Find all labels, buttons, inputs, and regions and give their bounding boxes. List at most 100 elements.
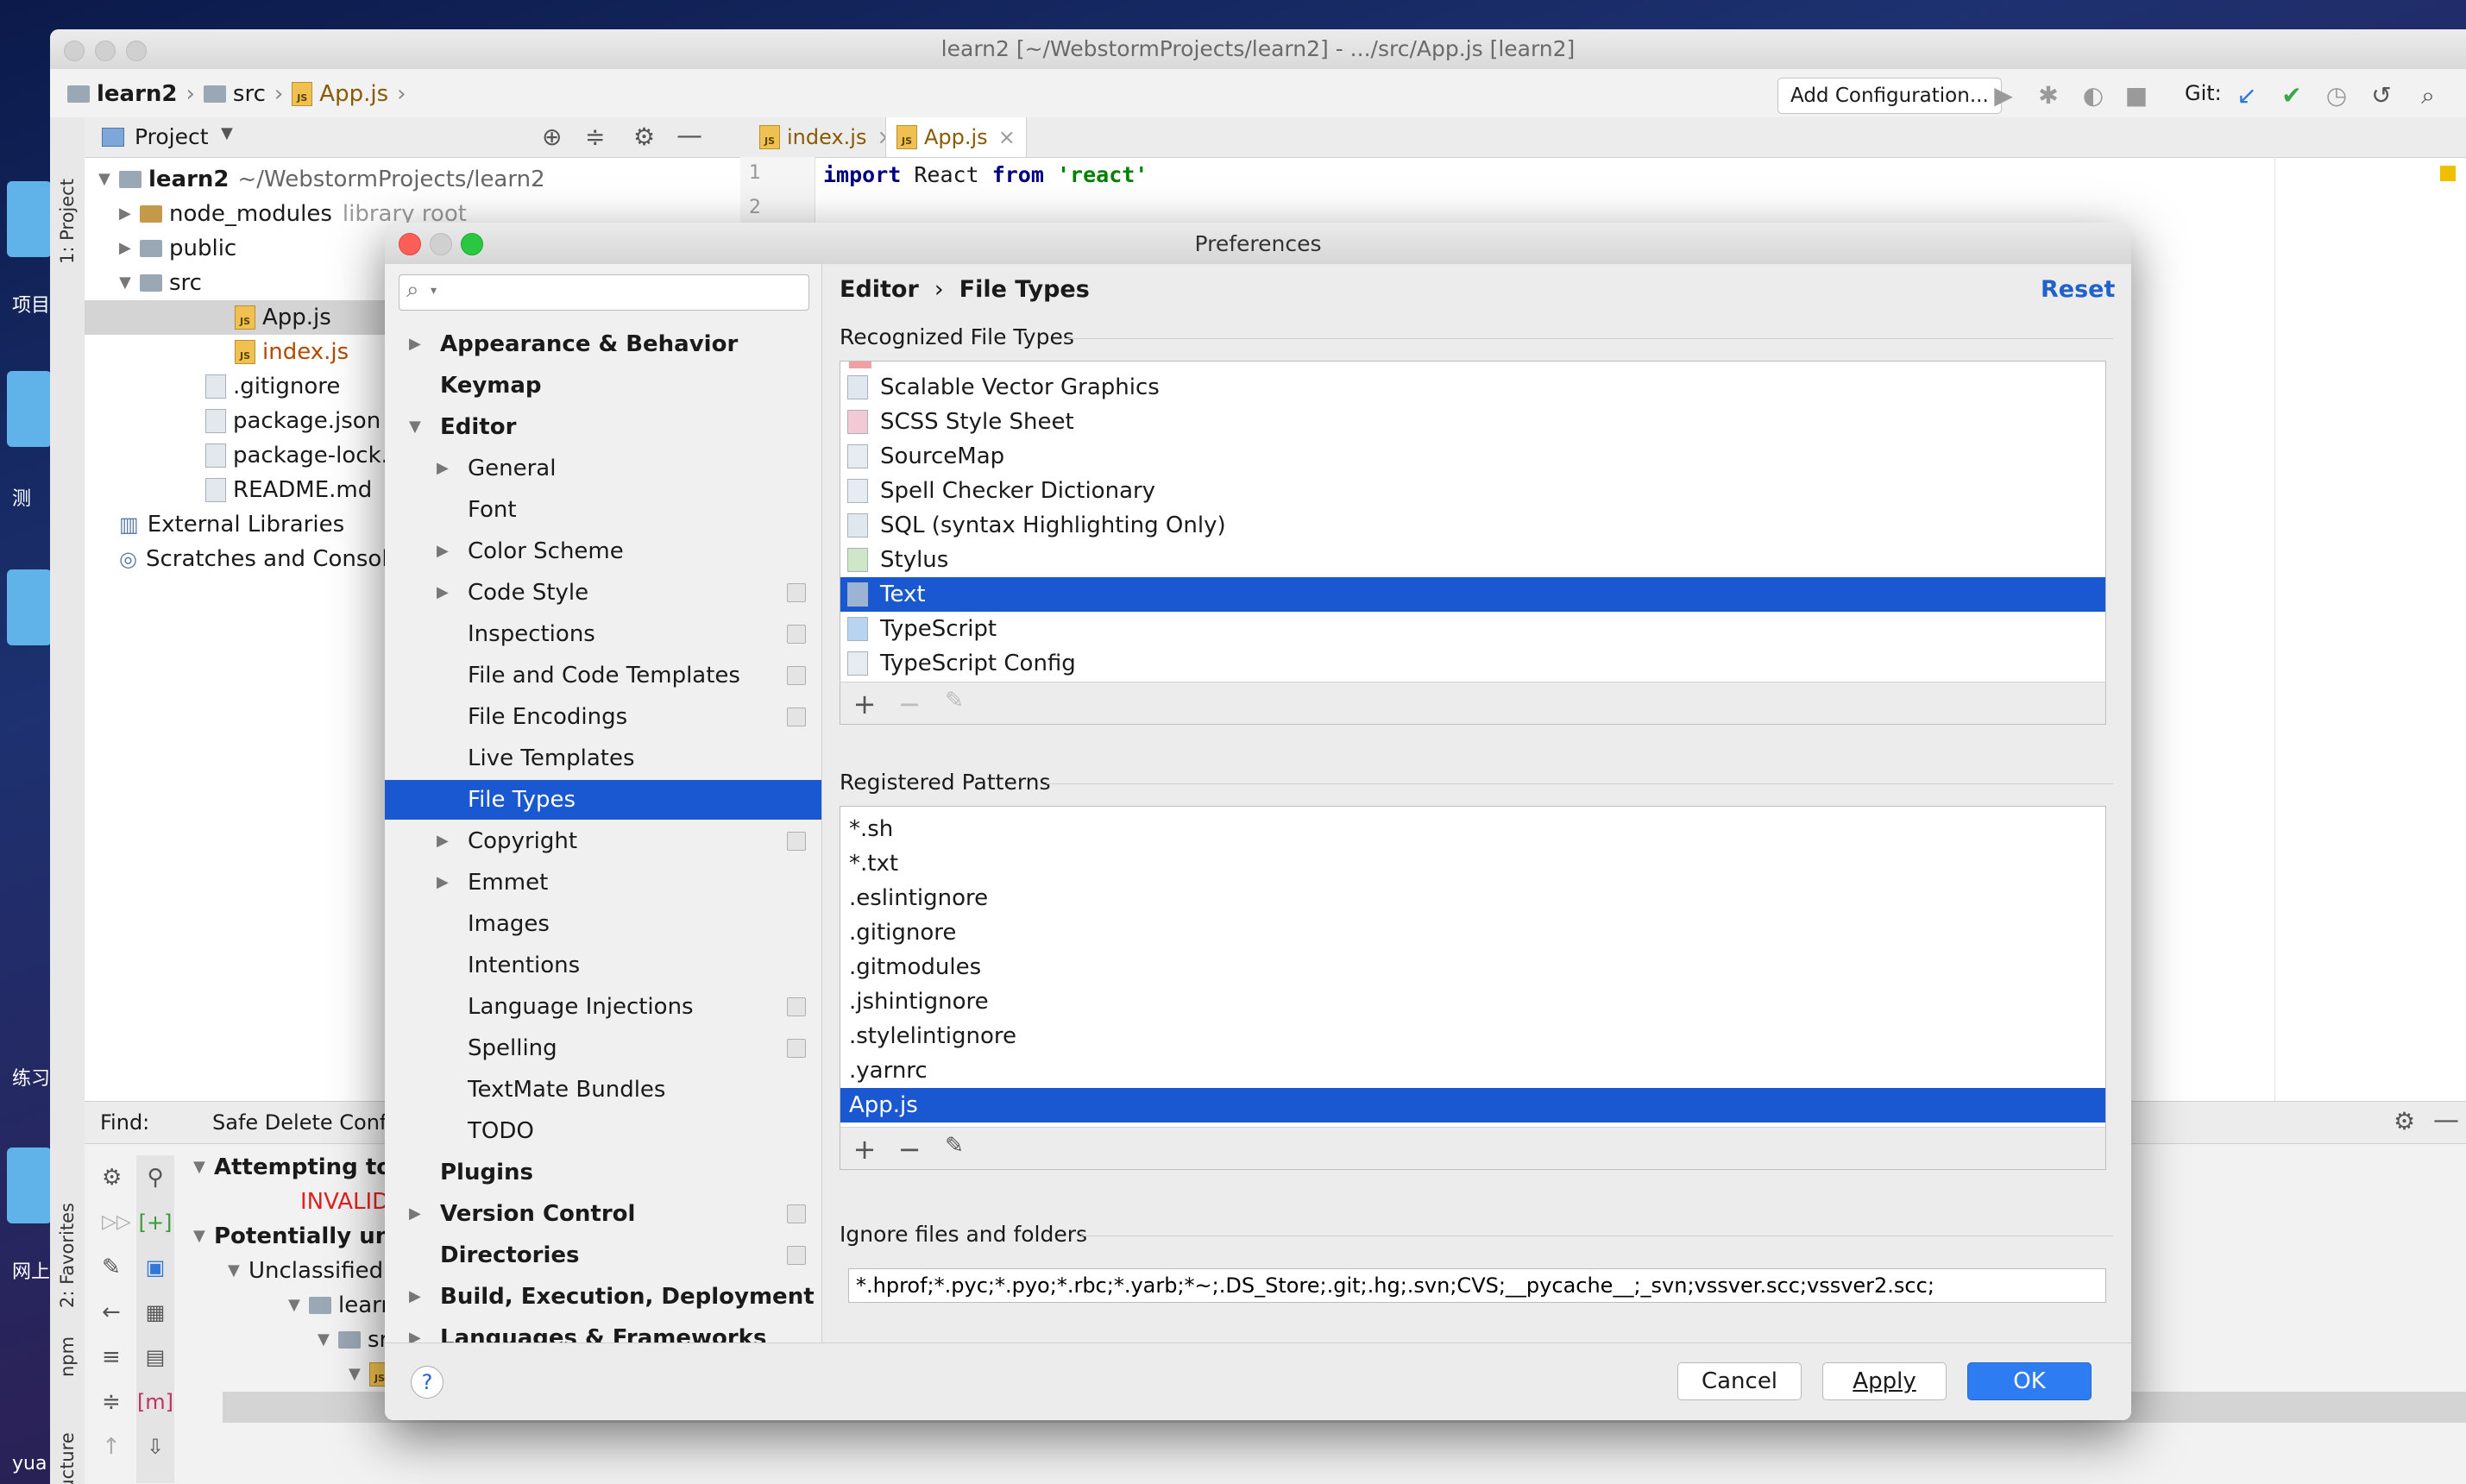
method-icon[interactable]: [m] xyxy=(136,1380,174,1424)
collapse-all-icon[interactable]: ≑ xyxy=(585,123,605,151)
file-types-list[interactable]: Scalable Vector Graphics SCSS Style Sheet… xyxy=(840,361,2106,683)
tree-item-gitignore[interactable]: .gitignore xyxy=(205,369,340,404)
structure-tool-tab[interactable]: Z: Structure xyxy=(57,1412,78,1484)
remove-icon[interactable]: − xyxy=(894,688,925,720)
find-item-attempting[interactable]: ▼ Attempting to d xyxy=(193,1150,416,1185)
nav-item-appearance-behavior[interactable]: ▶ Appearance & Behavior xyxy=(385,324,821,364)
breadcrumb-parent[interactable]: Editor xyxy=(840,276,919,303)
preview-icon[interactable]: ▣ xyxy=(136,1245,174,1290)
file-type-row[interactable]: TypeScript xyxy=(840,612,2105,646)
nav-item-file-types[interactable]: File Types xyxy=(385,780,821,820)
tree-item-scratches[interactable]: ◎ Scratches and Consoles xyxy=(119,542,413,576)
chevron-right-icon[interactable]: ▶ xyxy=(437,449,449,488)
pattern-row[interactable]: .gitmodules xyxy=(840,950,2105,984)
ok-button[interactable]: OK xyxy=(1967,1362,2092,1400)
file-type-row[interactable]: SQL (syntax Highlighting Only) xyxy=(840,508,2105,543)
gear-icon[interactable]: ⚙ xyxy=(633,123,655,151)
help-button[interactable]: ? xyxy=(411,1366,444,1399)
nav-item-build-execution-deployment[interactable]: ▶ Build, Execution, Deployment xyxy=(385,1277,821,1317)
chevron-right-icon[interactable]: ▶ xyxy=(409,1194,421,1234)
code-line[interactable]: import React from 'react' xyxy=(823,162,1148,187)
nav-item-general[interactable]: ▶ General xyxy=(385,449,821,488)
debug-icon[interactable]: ✱ xyxy=(2035,81,2062,110)
add-icon[interactable]: + xyxy=(849,688,880,720)
pattern-row[interactable]: App.js xyxy=(840,1088,2105,1122)
tree-item-index-js[interactable]: JS index.js xyxy=(235,335,349,369)
expand-icon[interactable]: [+] xyxy=(136,1200,174,1245)
file-type-row[interactable]: SCSS Style Sheet xyxy=(840,405,2105,439)
project-tool-tab[interactable]: 1: Project xyxy=(57,135,78,264)
ignore-files-input[interactable] xyxy=(848,1268,2106,1303)
nav-item-spelling[interactable]: Spelling xyxy=(385,1028,821,1068)
chevron-right-icon[interactable]: ▶ xyxy=(437,863,449,902)
nav-item-intentions[interactable]: Intentions xyxy=(385,946,821,985)
tree-item-external-libraries[interactable]: ▥ External Libraries xyxy=(119,507,344,542)
chevron-right-icon[interactable]: ▶ xyxy=(437,573,449,613)
edit-icon[interactable]: ✎ xyxy=(939,1133,970,1159)
nav-item-inspections[interactable]: Inspections xyxy=(385,614,821,654)
close-icon[interactable]: × xyxy=(998,117,1016,157)
nav-item-editor[interactable]: ▼ Editor xyxy=(385,407,821,447)
nav-item-todo[interactable]: TODO xyxy=(385,1111,821,1151)
gear-icon[interactable]: ⚙ xyxy=(2394,1107,2415,1135)
expand-all-icon[interactable]: ≡ xyxy=(102,1335,128,1380)
file-type-row[interactable]: SourceMap xyxy=(840,439,2105,474)
rerun-icon[interactable]: ▷▷ xyxy=(102,1200,131,1245)
breadcrumb-folder[interactable]: src xyxy=(233,81,266,107)
nav-item-directories[interactable]: Directories xyxy=(385,1236,821,1275)
tree-item-public[interactable]: ▶ public xyxy=(119,231,236,266)
nav-item-plugins[interactable]: Plugins xyxy=(385,1153,821,1192)
desktop-folder-icon[interactable] xyxy=(7,1148,52,1223)
git-update-icon[interactable]: ↙ xyxy=(2233,81,2261,110)
nav-item-images[interactable]: Images xyxy=(385,904,821,944)
settings-search-input[interactable] xyxy=(450,277,798,308)
pattern-row[interactable]: .jshintignore xyxy=(840,984,2105,1019)
pattern-row[interactable]: *.txt xyxy=(840,846,2105,881)
find-item-unclassified[interactable]: ▼ Unclassified xyxy=(228,1254,383,1288)
pattern-row[interactable]: .yarnrc xyxy=(840,1053,2105,1088)
pin-icon[interactable]: ✎ xyxy=(102,1245,128,1290)
nav-item-live-templates[interactable]: Live Templates xyxy=(385,739,821,778)
nav-item-file-encodings[interactable]: File Encodings xyxy=(385,697,821,737)
nav-item-language-injections[interactable]: Language Injections xyxy=(385,987,821,1027)
reset-link[interactable]: Reset xyxy=(2041,276,2115,303)
nav-item-keymap[interactable]: Keymap xyxy=(385,366,821,406)
project-view-selector[interactable]: Project xyxy=(135,124,209,149)
chevron-right-icon[interactable]: ▶ xyxy=(437,531,449,571)
tree-item-src[interactable]: ▼ src xyxy=(119,266,202,300)
chevron-right-icon[interactable]: ▶ xyxy=(409,1277,421,1317)
nav-item-font[interactable]: Font xyxy=(385,490,821,530)
add-configuration-button[interactable]: Add Configuration... xyxy=(1777,78,2002,114)
apply-button[interactable]: Apply xyxy=(1822,1362,1947,1400)
nav-item-code-style[interactable]: ▶ Code Style xyxy=(385,573,821,613)
breadcrumb-project[interactable]: learn2 xyxy=(97,81,178,107)
tab-app-js[interactable]: JS App.js × xyxy=(885,117,1027,157)
filter-icon[interactable]: ⚲ xyxy=(136,1155,174,1200)
stop-icon[interactable]: ■ xyxy=(2123,81,2150,110)
settings-icon[interactable]: ⚙ xyxy=(102,1155,128,1200)
file-type-row[interactable]: Text xyxy=(840,577,2105,612)
pattern-row[interactable]: *.sh xyxy=(840,812,2105,846)
breadcrumb-file[interactable]: App.js xyxy=(319,81,388,107)
favorites-tool-tab[interactable]: 2: Favorites xyxy=(57,1153,78,1308)
git-history-icon[interactable]: ◷ xyxy=(2323,81,2350,110)
tree-item-readme[interactable]: README.md xyxy=(205,473,372,507)
pattern-row[interactable]: .eslintignore xyxy=(840,881,2105,915)
chevron-right-icon[interactable]: ▶ xyxy=(409,324,421,364)
hide-icon[interactable]: — xyxy=(676,121,702,151)
group-icon[interactable]: ▦ xyxy=(136,1290,174,1335)
search-everywhere-icon[interactable]: ⌕ xyxy=(2414,81,2442,110)
chevron-down-icon[interactable]: ▼ xyxy=(221,124,233,142)
warning-indicator-icon[interactable] xyxy=(2440,166,2456,181)
chevron-right-icon[interactable]: ▶ xyxy=(437,821,449,861)
desktop-folder-icon[interactable] xyxy=(7,569,52,645)
add-icon[interactable]: + xyxy=(849,1133,880,1166)
nav-item-version-control[interactable]: ▶ Version Control xyxy=(385,1194,821,1234)
nav-item-color-scheme[interactable]: ▶ Color Scheme xyxy=(385,531,821,571)
pattern-row[interactable]: .stylelintignore xyxy=(840,1019,2105,1053)
tree-item-package-json[interactable]: package.json xyxy=(205,404,381,438)
npm-tool-tab[interactable]: npm xyxy=(57,1317,78,1377)
desktop-folder-icon[interactable] xyxy=(7,371,52,447)
hide-icon[interactable]: — xyxy=(2433,1105,2459,1135)
chevron-down-icon[interactable]: ▾ xyxy=(431,284,437,298)
